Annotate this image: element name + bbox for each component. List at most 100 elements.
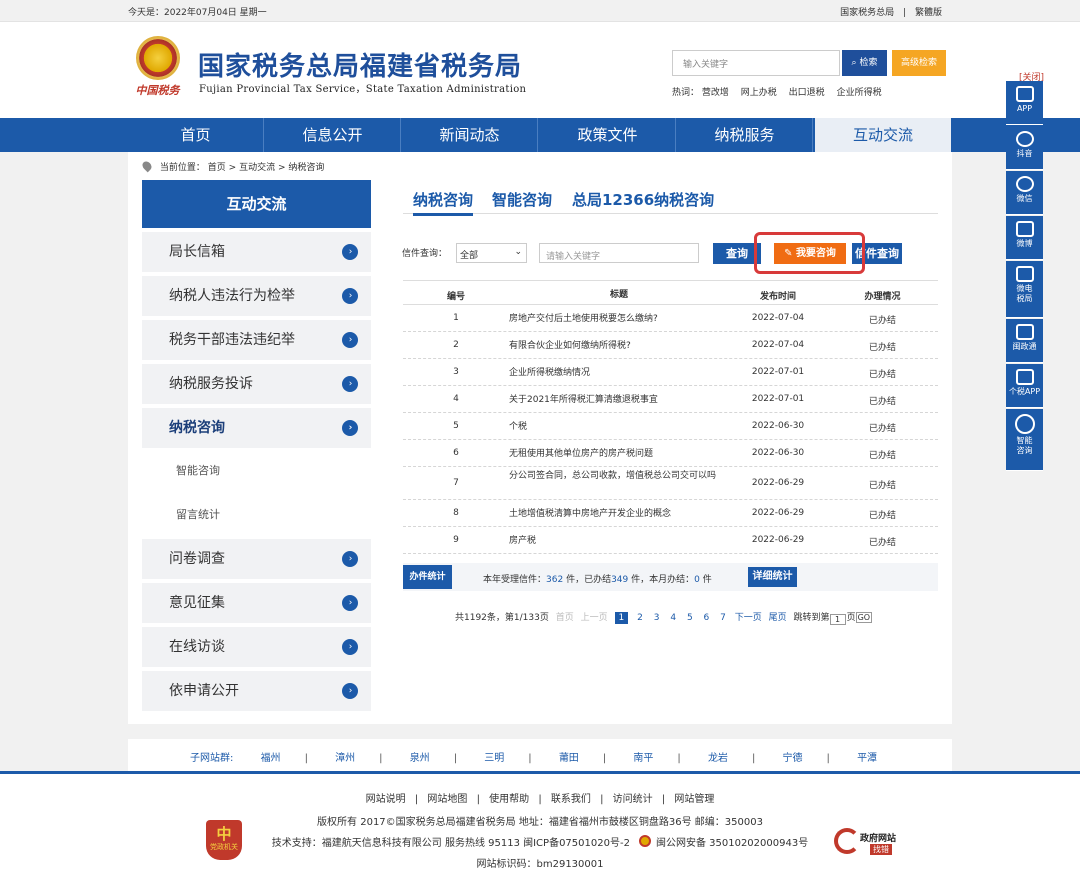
sub-site-link[interactable]: 龙岩 (708, 753, 728, 764)
float-micro-tax[interactable]: 微电税局 (1006, 261, 1043, 318)
sidebar-item-cadre-report[interactable]: 税务干部违法违纪举 › (142, 320, 371, 360)
police-record[interactable]: 闽公网安备 35010202000943号 (656, 838, 808, 849)
party-gov-badge-icon[interactable]: 中党政机关 (206, 820, 242, 860)
nav-interaction[interactable]: 互动交流 (815, 118, 951, 152)
cell-title[interactable]: 房产税 (509, 535, 729, 548)
link-sat[interactable]: 国家税务总局 (840, 8, 894, 18)
pager-jump-input[interactable]: 1 (829, 614, 846, 625)
footer-link-sitemap[interactable]: 网站地图 (427, 794, 467, 805)
tab-12366-consult[interactable]: 总局12366纳税咨询 (572, 189, 714, 210)
sub-site-link[interactable]: 宁德 (783, 753, 803, 764)
footer-link-contact[interactable]: 联系我们 (551, 794, 591, 805)
sidebar-item-opinion[interactable]: 意见征集 › (142, 583, 371, 623)
table-row[interactable]: 2 有限合伙企业如何缴纳所得税? 2022-07-04 已办结 (403, 332, 938, 359)
chevron-right-icon: › (342, 595, 358, 611)
nav-news[interactable]: 新闻动态 (402, 118, 538, 152)
pager-page[interactable]: 4 (668, 613, 678, 623)
tax-emblem-logo[interactable]: 中国税务 (130, 36, 185, 97)
hot-word[interactable]: 出口退税 (789, 88, 825, 98)
sidebar-item-taxpayer-report[interactable]: 纳税人违法行为检举 › (142, 276, 371, 316)
sidebar-subitem-message-stats[interactable]: 留言统计 (142, 494, 371, 536)
sub-site-link[interactable]: 平潭 (857, 753, 877, 764)
footer-link-help[interactable]: 使用帮助 (489, 794, 529, 805)
table-row[interactable]: 7 分公司签合同，总公司收款，增值税总公司交可以吗 2022-06-29 已办结 (403, 467, 938, 500)
chevron-down-icon: ⌄ (514, 247, 522, 257)
error-report-label: 找错 (870, 844, 892, 855)
pager-prev[interactable]: 上一页 (581, 610, 608, 623)
cell-title[interactable]: 关于2021年所得税汇算清缴退税事宜 (509, 394, 729, 407)
sub-site-link[interactable]: 三明 (484, 753, 504, 764)
sidebar-item-interview[interactable]: 在线访谈 › (142, 627, 371, 667)
tab-tax-consult[interactable]: 纳税咨询 (413, 189, 474, 216)
advanced-search-button[interactable]: 高级检索 (892, 50, 946, 76)
pager-first[interactable]: 首页 (556, 610, 574, 623)
footer-link-stats[interactable]: 访问统计 (613, 794, 653, 805)
link-traditional[interactable]: 繁體版 (915, 8, 942, 18)
float-weixin[interactable]: 微信 (1006, 171, 1043, 215)
cell-title[interactable]: 有限合伙企业如何缴纳所得税? (509, 340, 729, 353)
pager-go-button[interactable]: GO (855, 612, 873, 623)
pager-last[interactable]: 尾页 (769, 610, 787, 623)
cell-status: 已办结 (868, 316, 896, 326)
sub-site-link[interactable]: 福州 (261, 753, 281, 764)
table-row[interactable]: 4 关于2021年所得税汇算清缴退税事宜 2022-07-01 已办结 (403, 386, 938, 413)
gov-site-error-report[interactable]: 政府网站 找错 (834, 828, 904, 858)
sidebar-item-tax-consult[interactable]: 纳税咨询 › (142, 408, 371, 448)
float-weibo[interactable]: 微博 (1006, 216, 1043, 260)
sub-site-link[interactable]: 南平 (633, 753, 653, 764)
float-iit-app[interactable]: 个税APP (1006, 364, 1043, 408)
table-row[interactable]: 9 房产税 2022-06-29 已办结 (403, 527, 938, 554)
table-row[interactable]: 8 土地增值税清算中房地产开发企业的概念 2022-06-29 已办结 (403, 500, 938, 527)
sidebar-subitem-smart-consult[interactable]: 智能咨询 (142, 450, 371, 492)
hot-word[interactable]: 企业所得税 (837, 88, 882, 98)
pager-page[interactable]: 3 (652, 613, 662, 623)
sidebar-item-disclosure[interactable]: 依申请公开 › (142, 671, 371, 711)
table-row[interactable]: 1 房地产交付后土地使用税要怎么缴纳? 2022-07-04 已办结 (403, 305, 938, 332)
pager-page[interactable]: 7 (718, 613, 728, 623)
cell-title[interactable]: 分公司签合同，总公司收款，增值税总公司交可以吗 (509, 470, 729, 483)
nav-info-public[interactable]: 信息公开 (265, 118, 401, 152)
site-title[interactable]: 国家税务总局福建省税务局 (198, 46, 522, 83)
pager-page[interactable]: 6 (702, 613, 712, 623)
pager-page[interactable]: 2 (635, 613, 645, 623)
monitor-icon (1015, 266, 1034, 282)
hot-word[interactable]: 营改增 (702, 88, 729, 98)
table-row[interactable]: 3 企业所得税缴纳情况 2022-07-01 已办结 (403, 359, 938, 386)
category-select[interactable]: 全部 ⌄ (456, 243, 527, 263)
sub-site-link[interactable]: 泉州 (410, 753, 430, 764)
tab-smart-consult[interactable]: 智能咨询 (492, 189, 552, 210)
detail-stats-button[interactable]: 详细统计 (748, 567, 797, 587)
table-row[interactable]: 6 无租使用其他单位房产的房产税问题 2022-06-30 已办结 (403, 440, 938, 467)
nav-policy[interactable]: 政策文件 (540, 118, 676, 152)
sub-site-link[interactable]: 漳州 (335, 753, 355, 764)
sidebar-item-director-mailbox[interactable]: 局长信箱 › (142, 232, 371, 272)
pager-page[interactable]: 5 (685, 613, 695, 623)
cell-title[interactable]: 无租使用其他单位房产的房产税问题 (509, 448, 729, 461)
separator: | (414, 794, 419, 805)
breadcrumb-home[interactable]: 首页 (208, 163, 226, 173)
sidebar-item-complaint[interactable]: 纳税服务投诉 › (142, 364, 371, 404)
pager-next[interactable]: 下一页 (735, 610, 762, 623)
nav-home[interactable]: 首页 (128, 118, 264, 152)
float-app[interactable]: APP (1006, 81, 1043, 125)
search-button[interactable]: ⌕ 检索 (842, 50, 887, 76)
table-row[interactable]: 5 个税 2022-06-30 已办结 (403, 413, 938, 440)
nav-tax-service[interactable]: 纳税服务 (677, 118, 813, 152)
cell-title[interactable]: 房地产交付后土地使用税要怎么缴纳? (509, 313, 729, 326)
float-smart-consult[interactable]: 智能咨询 (1006, 409, 1043, 471)
sub-site-link[interactable]: 莆田 (559, 753, 579, 764)
cell-title[interactable]: 土地增值税清算中房地产开发企业的概念 (509, 508, 729, 521)
cell-title[interactable]: 个税 (509, 421, 729, 434)
keyword-input[interactable]: 请输入关键字 (539, 243, 699, 263)
breadcrumb-interaction[interactable]: 互动交流 (239, 163, 275, 173)
footer-link-admin[interactable]: 网站管理 (674, 794, 714, 805)
sub-sites-bar: 子网站群: 福州 | 漳州 | 泉州 | 三明 | 莆田 | 南平 | 龙岩 | 宁德 | 平潭 (128, 739, 952, 771)
footer-link-about[interactable]: 网站说明 (366, 794, 406, 805)
search-input[interactable]: 输入关键字 (672, 50, 840, 76)
hot-word[interactable]: 网上办税 (741, 88, 777, 98)
pager-page-current[interactable]: 1 (614, 612, 629, 624)
float-minzhengtong[interactable]: 闽政通 (1006, 319, 1043, 363)
float-douyin[interactable]: 抖音 (1006, 126, 1043, 170)
sidebar-item-survey[interactable]: 问卷调查 › (142, 539, 371, 579)
cell-title[interactable]: 企业所得税缴纳情况 (509, 367, 729, 380)
